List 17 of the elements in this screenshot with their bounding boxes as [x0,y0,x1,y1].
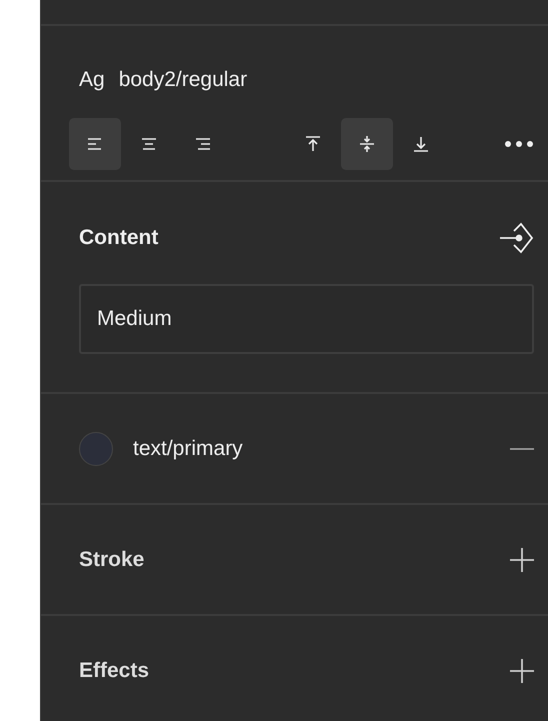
align-top-icon [303,134,323,154]
align-middle-icon [357,134,377,154]
section-title: Effects [79,658,150,682]
section-title: Content [79,226,158,250]
text-align-button[interactable] [69,118,121,170]
section-title: Stroke [79,548,144,572]
fill-style-name[interactable]: text/primary [133,436,243,460]
content-field[interactable]: Medium [79,284,534,354]
align-bottom-icon [411,134,431,154]
variable-icon[interactable] [498,222,534,254]
text-style-name[interactable]: body2/regular [118,68,248,92]
plus-icon[interactable] [510,548,534,572]
vertical-align-button[interactable] [341,118,393,170]
color-swatch[interactable] [79,432,113,466]
font-preview: Ag [79,68,105,92]
minus-icon[interactable] [510,446,534,450]
plus-icon[interactable] [510,658,534,682]
